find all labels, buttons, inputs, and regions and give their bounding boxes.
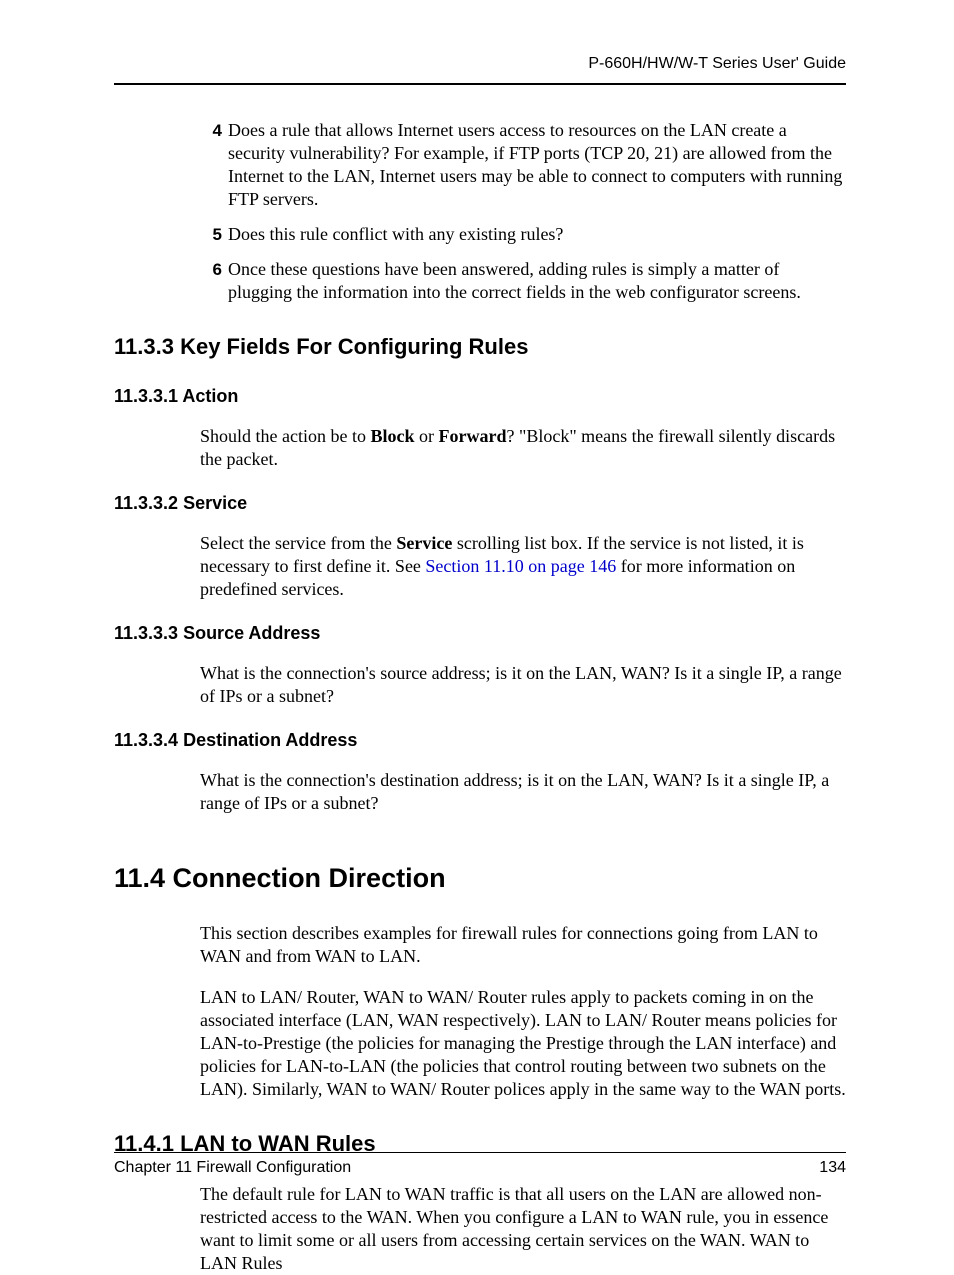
heading-11-3-3: 11.3.3 Key Fields For Configuring Rules xyxy=(114,334,846,360)
paragraph: Select the service from the Service scro… xyxy=(200,532,846,601)
list-text: Once these questions have been answered,… xyxy=(228,258,846,304)
footer-page-number: 134 xyxy=(819,1159,846,1177)
heading-11-3-3-4: 11.3.3.4 Destination Address xyxy=(114,730,846,751)
heading-11-3-3-1: 11.3.3.1 Action xyxy=(114,386,846,407)
bold-text: Service xyxy=(396,533,452,553)
heading-11-3-3-2: 11.3.3.2 Service xyxy=(114,493,846,514)
list-number: 6 xyxy=(200,258,228,304)
list-number: 4 xyxy=(200,119,228,211)
bold-text: Block xyxy=(370,426,414,446)
footer-chapter: Chapter 11 Firewall Configuration xyxy=(114,1159,351,1177)
footer-rule xyxy=(114,1152,846,1153)
paragraph: What is the connection's destination add… xyxy=(200,769,846,815)
ordered-list: 4 Does a rule that allows Internet users… xyxy=(200,119,846,304)
paragraph: The default rule for LAN to WAN traffic … xyxy=(200,1183,846,1275)
list-item: 5 Does this rule conflict with any exist… xyxy=(200,223,846,246)
list-number: 5 xyxy=(200,223,228,246)
text: or xyxy=(415,426,439,446)
cross-reference-link[interactable]: Section 11.10 on page 146 xyxy=(425,556,616,576)
paragraph: LAN to LAN/ Router, WAN to WAN/ Router r… xyxy=(200,986,846,1101)
page-footer: Chapter 11 Firewall Configuration 134 xyxy=(114,1152,846,1177)
text: Select the service from the xyxy=(200,533,396,553)
text: Should the action be to xyxy=(200,426,370,446)
paragraph: This section describes examples for fire… xyxy=(200,922,846,968)
heading-11-3-3-3: 11.3.3.3 Source Address xyxy=(114,623,846,644)
paragraph: What is the connection's source address;… xyxy=(200,662,846,708)
page: P-660H/HW/W-T Series User' Guide 4 Does … xyxy=(0,0,954,1235)
paragraph: Should the action be to Block or Forward… xyxy=(200,425,846,471)
header-rule xyxy=(114,83,846,85)
bold-text: Forward xyxy=(439,426,507,446)
list-text: Does a rule that allows Internet users a… xyxy=(228,119,846,211)
running-header: P-660H/HW/W-T Series User' Guide xyxy=(114,55,846,83)
list-item: 4 Does a rule that allows Internet users… xyxy=(200,119,846,211)
list-text: Does this rule conflict with any existin… xyxy=(228,223,563,246)
list-item: 6 Once these questions have been answere… xyxy=(200,258,846,304)
heading-11-4: 11.4 Connection Direction xyxy=(114,863,846,894)
